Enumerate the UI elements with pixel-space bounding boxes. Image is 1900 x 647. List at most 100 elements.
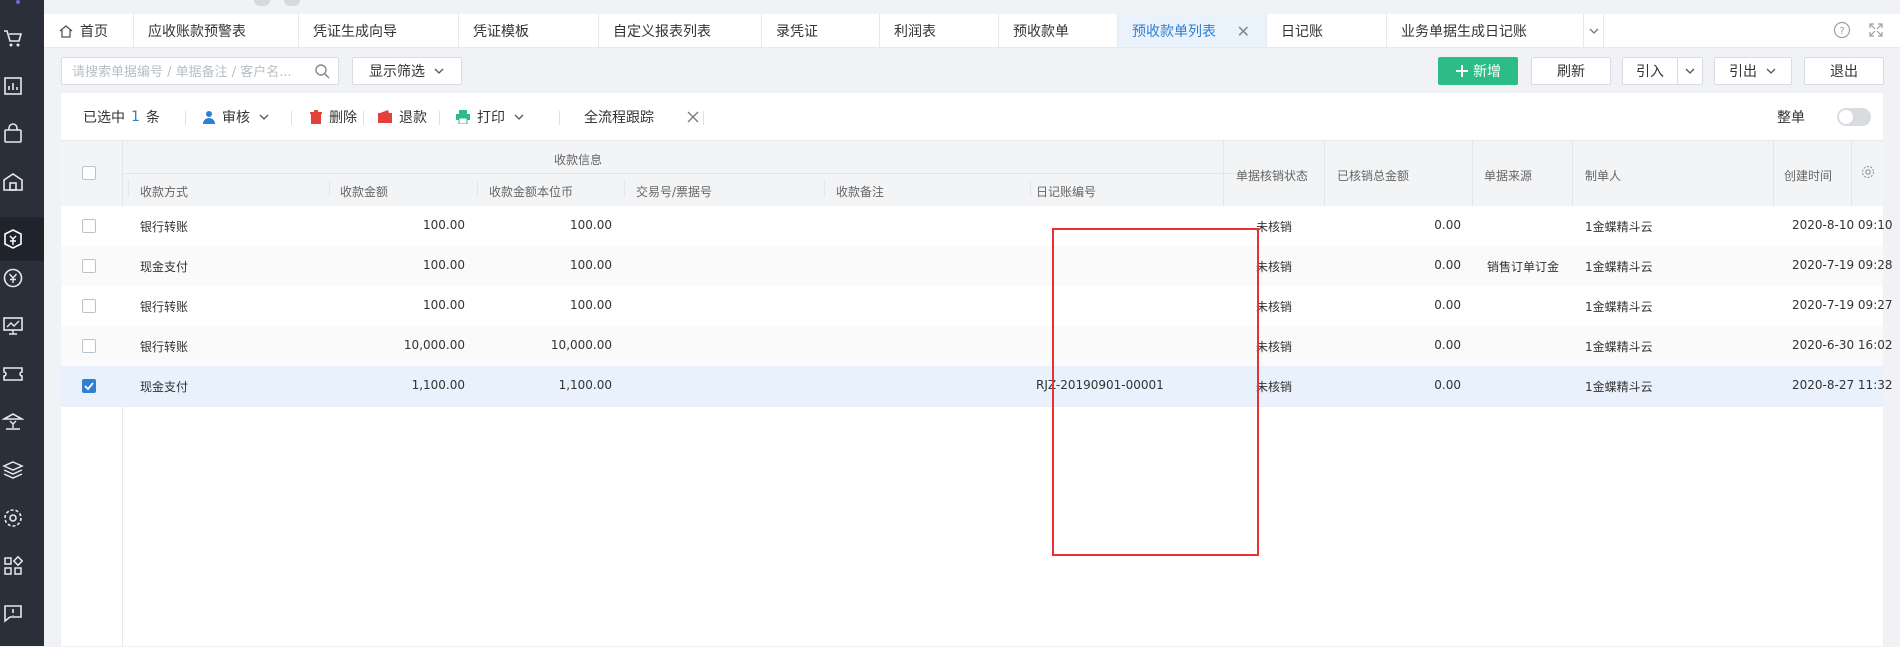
print-button[interactable]: 打印 [455, 93, 525, 140]
tab-enter-voucher[interactable]: 录凭证 [762, 14, 880, 47]
cell-amount: 100.00 [423, 258, 465, 272]
clear-selection-button[interactable] [687, 93, 699, 140]
tab-voucher-wizard[interactable]: 凭证生成向导 [299, 14, 459, 47]
col-writeoff-status[interactable]: 单据核销状态 [1236, 167, 1308, 184]
audit-button[interactable]: 审核 [202, 93, 270, 140]
col-amount-base[interactable]: 收款金额本位币 [489, 183, 573, 200]
yuan-icon[interactable] [0, 265, 26, 291]
exit-button[interactable]: 退出 [1804, 57, 1884, 85]
cell-writeoff-total: 0.00 [1434, 258, 1461, 272]
tab-overflow-button[interactable] [1584, 14, 1604, 47]
cell-journal-no: RJZ-20190901-00001 [1036, 378, 1164, 392]
report-board-icon[interactable] [0, 313, 26, 339]
table-row[interactable]: 银行转账 100.00 100.00 未核销 0.00 1金蝶精斗云 2020-8-10 0… [61, 206, 1893, 247]
col-amount[interactable]: 收款金额 [340, 183, 388, 200]
col-writeoff-total[interactable]: 已核销总金额 [1337, 167, 1409, 184]
table-row[interactable]: 银行转账 10,000.00 10,000.00 未核销 0.00 1金蝶精斗云 2020-… [61, 326, 1893, 367]
table-row[interactable]: 现金支付 1,100.00 1,100.00 RJZ-20190901-00001 未核… [61, 366, 1893, 407]
help-icon[interactable]: ? [1833, 21, 1851, 39]
export-button[interactable]: 引出 [1714, 57, 1792, 85]
apps-grid-icon[interactable] [0, 553, 26, 579]
cell-amount-base: 100.00 [570, 218, 612, 232]
cell-writeoff-status: 未核销 [1256, 380, 1293, 394]
cart-icon[interactable] [0, 25, 26, 51]
full-trace-label: 全流程跟踪 [584, 109, 654, 126]
receipt-table: 收款信息 收款方式 收款金额 收款金额本位币 交易号/票据号 收款备注 日记账编… [61, 140, 1893, 647]
tab-label: 凭证模板 [473, 23, 529, 40]
tab-home[interactable]: 首页 [44, 14, 134, 47]
col-journal-no[interactable]: 日记账编号 [1036, 183, 1096, 200]
new-button[interactable]: 新增 [1438, 57, 1518, 85]
row-checkbox[interactable] [82, 299, 96, 313]
cell-source: 销售订单订金 [1487, 260, 1560, 274]
tab-advance-receipt[interactable]: 预收款单 [999, 14, 1118, 47]
cell-amount-base: 100.00 [570, 258, 612, 272]
message-icon[interactable] [0, 601, 26, 627]
cell-writeoff-total: 0.00 [1434, 218, 1461, 232]
warehouse-icon[interactable] [0, 169, 26, 195]
refund-button[interactable]: 退款 [377, 93, 427, 140]
cell-created-at: 2020-7-19 09:28 [1792, 258, 1893, 272]
search-input[interactable] [70, 62, 304, 82]
cell-created-at: 2020-6-30 16:02 [1792, 338, 1893, 352]
full-trace-button[interactable]: 全流程跟踪 [584, 93, 654, 140]
tab-advance-receipt-list[interactable]: 预收款单列表 ✕ [1118, 14, 1267, 47]
divider [477, 181, 478, 197]
cell-created-at: 2020-8-10 09:10 [1792, 218, 1893, 232]
divider [824, 181, 825, 197]
row-checkbox[interactable] [82, 379, 96, 393]
col-trade-no[interactable]: 交易号/票据号 [636, 183, 712, 200]
finance-icon[interactable] [0, 217, 44, 261]
col-method[interactable]: 收款方式 [140, 183, 188, 200]
bank-icon[interactable] [0, 409, 26, 435]
tab-income-statement[interactable]: 利润表 [880, 14, 999, 47]
row-checkbox[interactable] [82, 339, 96, 353]
tab-doc-to-journal[interactable]: 业务单据生成日记账 [1387, 14, 1584, 47]
row-checkbox[interactable] [82, 259, 96, 273]
show-filter-label: 显示筛选 [369, 64, 425, 80]
divider [439, 111, 440, 125]
close-tab-icon[interactable]: ✕ [1237, 22, 1250, 41]
tab-label: 应收账款预警表 [148, 23, 246, 40]
layers-icon[interactable] [0, 457, 26, 483]
delete-button[interactable]: 删除 [309, 93, 357, 140]
table-row[interactable]: 现金支付 100.00 100.00 未核销 0.00 销售订单订金 1金蝶精斗云 2020-… [61, 246, 1893, 287]
col-remark[interactable]: 收款备注 [836, 183, 884, 200]
row-checkbox[interactable] [82, 219, 96, 233]
col-source[interactable]: 单据来源 [1484, 167, 1532, 184]
col-creator[interactable]: 制单人 [1585, 167, 1621, 184]
inventory-chart-icon[interactable] [0, 73, 26, 99]
audit-label: 审核 [222, 109, 250, 126]
tab-label: 凭证生成向导 [313, 23, 397, 40]
cell-writeoff-status: 未核销 [1256, 340, 1293, 354]
table-row[interactable]: 银行转账 100.00 100.00 未核销 0.00 1金蝶精斗云 2020-7-19 0… [61, 286, 1893, 327]
select-all-checkbox[interactable] [82, 166, 96, 180]
import-button[interactable]: 引入 [1622, 57, 1678, 85]
tab-ar-warning[interactable]: 应收账款预警表 [134, 14, 299, 47]
refresh-button[interactable]: 刷新 [1531, 57, 1611, 85]
cell-writeoff-total: 0.00 [1434, 298, 1461, 312]
new-label: 新增 [1473, 64, 1501, 80]
tab-label: 录凭证 [776, 23, 818, 40]
tab-label: 日记账 [1281, 23, 1323, 40]
show-filter-button[interactable]: 显示筛选 [352, 57, 462, 85]
col-created-at[interactable]: 创建时间 [1784, 167, 1832, 184]
cell-method: 银行转账 [140, 300, 189, 314]
tab-journal[interactable]: 日记账 [1267, 14, 1387, 47]
ticket-icon[interactable] [0, 361, 26, 387]
cell-amount: 10,000.00 [403, 338, 465, 352]
column-settings-icon[interactable] [1861, 165, 1875, 183]
gear-icon[interactable] [0, 505, 26, 531]
whole-order-toggle[interactable] [1837, 108, 1871, 126]
tab-voucher-template[interactable]: 凭证模板 [459, 14, 599, 47]
tab-custom-report-list[interactable]: 自定义报表列表 [599, 14, 762, 47]
home-icon [59, 24, 73, 38]
wallet-icon [378, 109, 392, 123]
bag-icon[interactable] [0, 121, 26, 147]
refresh-label: 刷新 [1557, 64, 1585, 80]
import-dropdown-button[interactable] [1677, 57, 1703, 85]
cell-creator: 1金蝶精斗云 [1585, 220, 1653, 234]
fullscreen-icon[interactable] [1867, 21, 1885, 39]
search-icon[interactable] [314, 63, 330, 83]
svg-text:?: ? [1839, 26, 1844, 37]
